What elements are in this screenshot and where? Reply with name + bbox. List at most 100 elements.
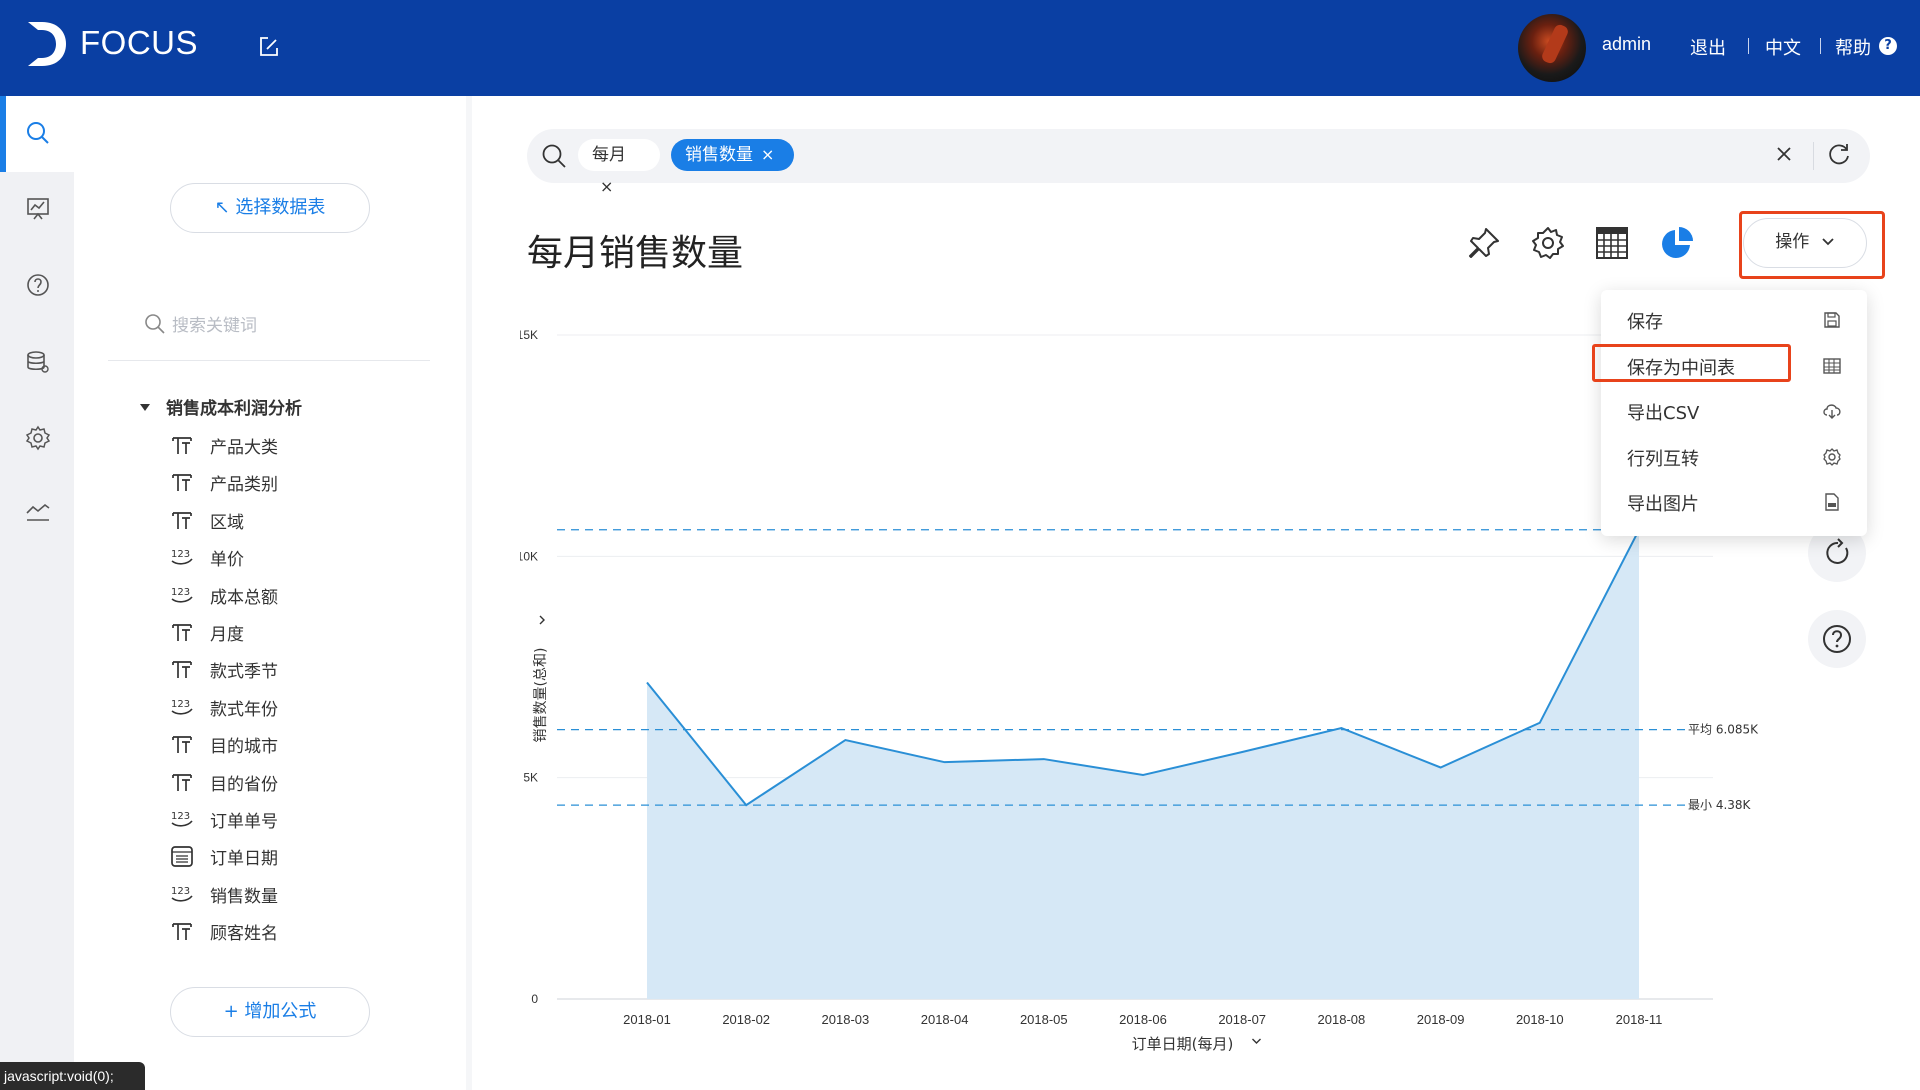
refresh-icon[interactable] [1826,141,1852,167]
language-switch[interactable]: 中文 [1765,34,1801,60]
y-tick-label: 5K [523,771,538,785]
x-tick-label: 2018-02 [722,1012,770,1027]
table-tree-root[interactable]: 销售成本利润分析 [140,394,302,419]
pie-chart-icon[interactable] [1659,225,1695,261]
header-divider [1820,38,1821,54]
page-title: 每月销售数量 [527,233,744,274]
table-icon [1822,356,1842,376]
text-field-icon [170,732,194,756]
y-axis-title[interactable]: 销售数量(总和) [533,648,549,743]
x-axis-title[interactable]: 订单日期(每月) [1132,1035,1234,1053]
rotate-icon [1826,538,1849,564]
logout-link[interactable]: 退出 [1690,34,1726,60]
clear-icon[interactable] [1774,144,1794,164]
trend-icon[interactable] [25,499,51,525]
cloud-download-icon [1822,401,1842,421]
keyword-search-placeholder: 搜索关键词 [172,316,257,336]
settings-icon[interactable] [25,425,51,451]
chevron-right-icon[interactable] [539,615,545,625]
text-field-icon [170,919,194,943]
help-link[interactable]: 帮助 [1835,34,1871,60]
plus-icon: + [223,1001,239,1022]
field-label: 销售数量 [210,886,278,907]
dashboard-icon[interactable] [25,196,51,222]
username[interactable]: admin [1602,34,1651,55]
help-circle-icon[interactable]: ? [1879,37,1897,55]
table-name: 销售成本利润分析 [166,399,302,419]
data-point[interactable] [942,759,948,765]
gear-icon [1822,447,1842,467]
token-close-icon[interactable]: × [600,171,613,203]
help-button[interactable] [1808,610,1866,668]
text-field-icon [170,433,194,457]
focus-logo-icon[interactable] [26,20,68,68]
add-formula-label: 增加公式 [244,1001,317,1022]
keyword-search-input[interactable]: 搜索关键词 [144,310,344,336]
menu-item[interactable]: 导出图片 [1627,488,1847,518]
search-icon[interactable] [540,142,568,170]
field-label: 成本总额 [210,587,278,608]
svg-text:123: 123 [171,811,190,822]
data-point[interactable] [644,679,650,685]
x-tick-label: 2018-05 [1020,1012,1068,1027]
data-point[interactable] [1140,772,1146,778]
text-field-icon [170,470,194,494]
data-point[interactable] [743,802,749,808]
token-close-icon[interactable]: × [761,139,774,171]
data-point[interactable] [1438,764,1444,770]
data-point[interactable] [1537,720,1543,726]
chevron-down-icon[interactable] [1252,1038,1261,1044]
y-tick-label: 0 [531,992,538,1006]
panel-divider [108,360,430,361]
date-field-icon [170,844,194,868]
gear-icon[interactable] [1530,225,1566,261]
save-as-intermediate-highlight-box [1592,344,1791,382]
nav-rail [0,96,74,1090]
svg-text:123: 123 [171,549,190,560]
line-area-chart[interactable]: 0 5K 10K 15K 平均 6.085K 最小 4.38K 2018-01 2018-02… [520,300,1770,1070]
menu-item[interactable]: 保存 [1627,306,1847,336]
token-label: 每月 [592,145,626,165]
number-field-icon: 123 [170,882,194,906]
field-label: 款式年份 [210,699,278,720]
data-point[interactable] [842,737,848,743]
search-token-sales-qty[interactable]: 销售数量 × [671,139,794,171]
number-field-icon: 123 [170,695,194,719]
number-field-icon: 123 [170,807,194,831]
table-view-icon[interactable] [1594,225,1630,261]
database-icon[interactable] [25,349,51,375]
search-icon[interactable] [25,120,51,146]
data-point[interactable] [1239,749,1245,755]
edit-icon[interactable] [256,34,282,60]
save-icon [1822,310,1842,330]
field-label: 区域 [210,512,244,533]
text-field-icon [170,508,194,532]
field-label: 单价 [210,550,244,571]
x-tick-label: 2018-08 [1318,1012,1366,1027]
avatar[interactable] [1518,14,1586,82]
data-point[interactable] [1338,725,1344,731]
x-tick-label: 2018-03 [822,1012,870,1027]
select-table-button[interactable]: ↖ 选择数据表 [170,183,370,233]
field-label: 订单日期 [210,849,278,870]
series-area [647,529,1639,999]
text-field-icon [170,620,194,644]
question-icon[interactable] [25,272,51,298]
brand-name[interactable]: FOCUS [80,24,198,62]
pin-icon[interactable] [1466,225,1502,261]
y-tick-label: 15K [520,328,538,342]
x-tick-label: 2018-01 [623,1012,671,1027]
field-label: 目的城市 [210,737,278,758]
menu-item[interactable]: 导出CSV [1627,397,1847,427]
menu-item-label: 行列互转 [1627,448,1699,470]
data-point[interactable] [1041,756,1047,762]
field-label: 款式季节 [210,662,278,683]
question-icon [1823,625,1851,653]
search-icon [145,314,165,334]
add-formula-button[interactable]: + 增加公式 [170,987,370,1037]
menu-item-label: 导出CSV [1627,403,1700,424]
field-label: 产品类别 [210,475,278,496]
search-token-monthly[interactable]: 每月× [578,139,660,196]
select-table-arrow-icon: ↖ [214,197,230,218]
menu-item[interactable]: 行列互转 [1627,443,1847,473]
